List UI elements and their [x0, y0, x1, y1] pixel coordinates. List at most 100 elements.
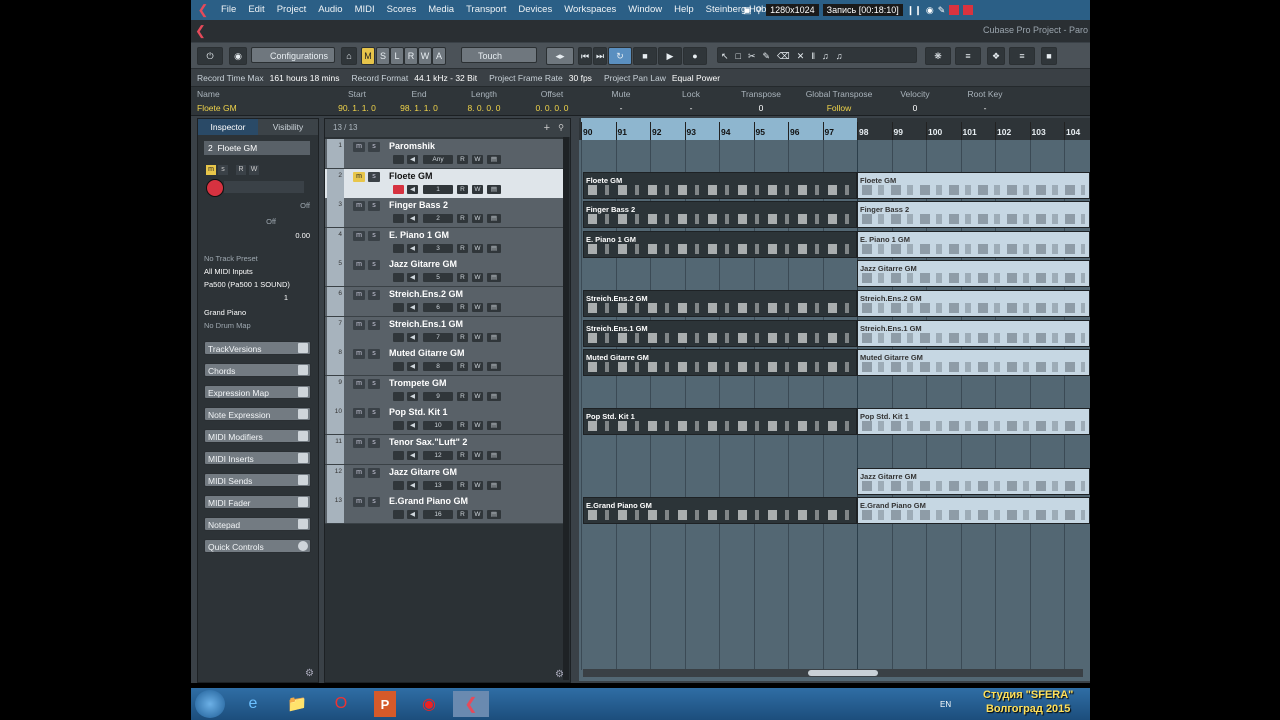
track-record-button[interactable]	[393, 362, 404, 372]
track-write-button[interactable]: W	[472, 451, 483, 460]
track-write-button[interactable]: W	[472, 362, 483, 372]
section-expression-map[interactable]: Expression Map	[204, 385, 311, 399]
opera-icon[interactable]: O	[323, 691, 359, 717]
tool-palette[interactable]: ↖□✂✎⌫✕‖♫♫	[717, 47, 917, 63]
inspector-settings-icon[interactable]: ⚙	[305, 668, 314, 679]
track-edit-icon[interactable]: ▤	[487, 510, 501, 520]
track-name[interactable]: Floete GM	[389, 171, 433, 181]
track-write-button[interactable]: W	[472, 391, 483, 401]
play-icon[interactable]: ▶	[658, 47, 682, 65]
menu-scores[interactable]: Scores	[381, 0, 423, 20]
rec-format-value[interactable]: 44.1 kHz - 32 Bit	[414, 73, 483, 83]
scroll-thumb[interactable]	[808, 670, 878, 676]
track-write-button[interactable]: W	[472, 510, 483, 520]
go-to-start-icon[interactable]: ⏮	[578, 47, 592, 65]
inspector-solo-button[interactable]: s	[218, 165, 228, 175]
grid-icon[interactable]: ≡	[955, 47, 981, 65]
track-read-button[interactable]: R	[457, 480, 468, 490]
track-edit-icon[interactable]: ▤	[487, 451, 501, 460]
track-name[interactable]: Streich.Ens.1 GM	[389, 319, 463, 329]
pan-law-value[interactable]: Equal Power	[672, 73, 726, 83]
section-quick-controls[interactable]: Quick Controls	[204, 539, 311, 553]
section-midi-sends[interactable]: MIDI Sends	[204, 473, 311, 487]
track-channel[interactable]: 7	[423, 332, 453, 342]
midi-part[interactable]: Finger Bass 2	[857, 201, 1090, 229]
track-solo-button[interactable]: s	[368, 230, 380, 241]
track-solo-button[interactable]: s	[368, 142, 380, 152]
track-write-button[interactable]: W	[472, 480, 483, 490]
track-read-button[interactable]: R	[457, 332, 468, 342]
tab-inspector[interactable]: Inspector	[198, 119, 258, 135]
inspector-volume-off[interactable]: Off	[204, 199, 310, 212]
event-start[interactable]: Start 90. 1. 1. 0	[327, 89, 387, 113]
track-record-button[interactable]	[393, 214, 404, 224]
section-chords[interactable]: Chords	[204, 363, 311, 377]
inspector-track-header[interactable]: 2 Floete GM	[204, 141, 310, 155]
track-monitor-button[interactable]: ◀	[407, 451, 418, 460]
track-solo-button[interactable]: s	[368, 497, 380, 508]
automation-button[interactable]: A	[432, 47, 446, 65]
internet-explorer-icon[interactable]: e	[235, 691, 271, 717]
track-name[interactable]: Streich.Ens.2 GM	[389, 289, 463, 299]
track-row[interactable]: 3 m s Finger Bass 2 ◀ 2 R W ▤	[325, 198, 563, 229]
track-edit-icon[interactable]: ▤	[487, 480, 501, 490]
listen-button[interactable]: L	[390, 47, 404, 65]
track-row[interactable]: 11 m s Tenor Sax."Luft" 2 ◀ 12 R W ▤	[325, 435, 563, 465]
write-button[interactable]: W	[418, 47, 432, 65]
track-name[interactable]: Tenor Sax."Luft" 2	[389, 437, 467, 447]
timeline-ruler[interactable]: 90 91 92 93 94 95 96 97 98 99 100 101 102 103 104	[579, 118, 1090, 140]
section-midi-inserts[interactable]: MIDI Inserts	[204, 451, 311, 465]
constrain-delay-icon[interactable]: ◉	[229, 47, 247, 65]
inspector-pan-off[interactable]: Off	[204, 215, 276, 228]
track-solo-button[interactable]: s	[368, 171, 380, 182]
track-write-button[interactable]: W	[472, 421, 483, 431]
section-midi-modifiers[interactable]: MIDI Modifiers	[204, 429, 311, 443]
track-channel[interactable]: 5	[423, 273, 453, 283]
track-monitor-button[interactable]: ◀	[407, 332, 418, 342]
midi-part[interactable]: Streich.Ens.2 GM	[857, 290, 1090, 317]
track-edit-icon[interactable]: ▤	[487, 421, 501, 431]
go-to-end-icon[interactable]: ⏭	[593, 47, 607, 65]
event-length[interactable]: Length 8. 0. 0. 0	[453, 89, 515, 113]
track-monitor-button[interactable]: ◀	[407, 214, 418, 224]
event-lock[interactable]: Lock -	[661, 89, 721, 113]
track-read-button[interactable]: R	[457, 391, 468, 401]
midi-part[interactable]: Finger Bass 2	[583, 201, 857, 229]
menu-audio[interactable]: Audio	[312, 0, 348, 20]
drum-map-field[interactable]: No Drum Map	[204, 319, 251, 332]
quantize-icon[interactable]: ❖	[987, 47, 1005, 65]
track-channel[interactable]: Any	[423, 155, 453, 164]
snap-icon[interactable]: ❋	[925, 47, 951, 65]
track-mute-button[interactable]: m	[353, 260, 365, 271]
track-monitor-button[interactable]: ◀	[407, 243, 418, 253]
track-record-button[interactable]	[393, 391, 404, 401]
close-record-icon[interactable]	[963, 5, 974, 15]
event-name[interactable]: Name Floete GM	[197, 89, 237, 113]
track-channel[interactable]: 3	[423, 243, 453, 253]
color-icon[interactable]: ■	[1041, 47, 1057, 65]
track-solo-button[interactable]: s	[368, 201, 380, 212]
track-name[interactable]: E. Piano 1 GM	[389, 230, 449, 240]
mute-all-button[interactable]: M	[361, 47, 375, 65]
track-edit-icon[interactable]: ▤	[487, 273, 501, 283]
track-solo-button[interactable]: s	[368, 408, 380, 419]
track-monitor-button[interactable]: ◀	[407, 273, 418, 283]
track-solo-button[interactable]: s	[368, 319, 380, 330]
cycle-icon[interactable]: ↻	[608, 47, 632, 65]
track-read-button[interactable]: R	[457, 155, 468, 164]
inspector-volume-value[interactable]: 0.00	[204, 229, 310, 242]
track-record-button[interactable]	[393, 332, 404, 342]
event-global-transpose[interactable]: Global Transpose Follow	[799, 89, 879, 113]
track-mute-button[interactable]: m	[353, 497, 365, 508]
midi-part[interactable]: Streich.Ens.1 GM	[583, 319, 857, 347]
track-name[interactable]: Finger Bass 2	[389, 200, 448, 210]
midi-channel-field[interactable]: 1	[204, 291, 288, 304]
track-read-button[interactable]: R	[457, 362, 468, 372]
midi-part[interactable]: Streich.Ens.1 GM	[857, 319, 1090, 347]
nudge-icon[interactable]: ◂▸	[546, 47, 574, 65]
midi-part[interactable]: Floete GM	[583, 171, 857, 199]
track-row[interactable]: 8 m s Muted Gitarre GM ◀ 8 R W ▤	[325, 346, 563, 377]
track-read-button[interactable]: R	[457, 273, 468, 283]
event-end[interactable]: End 98. 1. 1. 0	[389, 89, 449, 113]
midi-input-field[interactable]: All MIDI Inputs	[204, 265, 253, 278]
